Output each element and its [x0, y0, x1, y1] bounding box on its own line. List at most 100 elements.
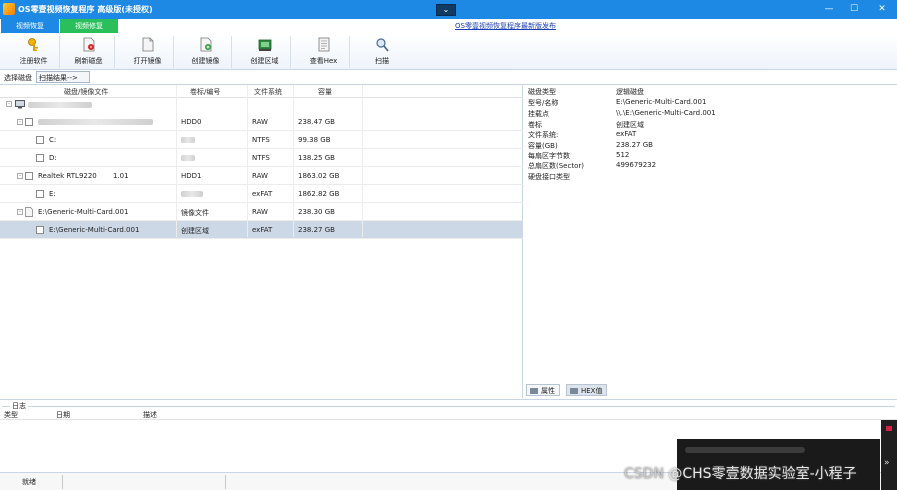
prop-row: 挂载点 \\.\E:\Generic-Multi-Card.001: [528, 109, 893, 119]
redacted-volume-label: [181, 155, 195, 161]
table-row[interactable]: - E:\Generic-Multi-Card.001 镜像文件 RAW 238…: [0, 203, 523, 221]
register-button[interactable]: 注册软件: [8, 36, 60, 68]
prop-row: 硬盘接口类型: [528, 172, 893, 182]
partition-fs: NTFS: [252, 136, 270, 144]
prop-value: exFAT: [616, 130, 637, 138]
properties-tab-strip: 属性 HEX值: [524, 383, 897, 397]
hex-document-icon: [318, 37, 329, 52]
table-row[interactable]: D: NTFS 138.25 GB: [0, 149, 523, 167]
open-image-label: 打开镜像: [133, 57, 162, 65]
status-separator: [62, 475, 63, 489]
prop-value: 499679232: [616, 161, 657, 169]
row-checkbox[interactable]: [36, 190, 44, 198]
redacted-disk-name: [38, 119, 153, 125]
open-image-button[interactable]: 打开镜像: [122, 36, 174, 68]
region-name: E:\Generic-Multi-Card.001: [49, 226, 140, 234]
log-table-header: 类型 日期 描述: [0, 409, 897, 420]
collapse-icon[interactable]: -: [17, 173, 23, 179]
partition-name: E:: [49, 190, 56, 198]
collapse-icon[interactable]: -: [6, 101, 12, 107]
collapse-icon[interactable]: -: [17, 119, 23, 125]
tab-video-repair[interactable]: 视频修复: [60, 19, 118, 33]
log-col-desc[interactable]: 描述: [143, 410, 157, 420]
title-bar: OS零壹视频恢复程序 高级版(未授权) ⌄ — ☐ ✕: [0, 0, 897, 19]
open-file-icon: [142, 37, 153, 52]
prop-key: 硬盘接口类型: [528, 173, 570, 181]
row-checkbox[interactable]: [25, 172, 33, 180]
tab-hex[interactable]: HEX值: [566, 384, 608, 396]
row-checkbox[interactable]: [36, 136, 44, 144]
col-disk-header[interactable]: 磁盘/镜像文件: [64, 87, 108, 97]
update-link[interactable]: OS零壹视频恢复程序最新版发布: [455, 21, 556, 31]
table-row[interactable]: C: NTFS 99.38 GB: [0, 131, 523, 149]
prop-key: 总扇区数(Sector): [528, 162, 584, 170]
row-checkbox[interactable]: [25, 118, 33, 126]
disk-size: 238.47 GB: [298, 118, 335, 126]
chevron-right-icon[interactable]: »: [884, 458, 890, 468]
tab-properties[interactable]: 属性: [526, 384, 560, 396]
collapse-icon[interactable]: -: [17, 209, 23, 215]
table-row-selected[interactable]: E:\Generic-Multi-Card.001 创建区域 exFAT 238…: [0, 221, 523, 239]
minimize-button[interactable]: —: [820, 2, 838, 16]
col-size-header[interactable]: 容量: [318, 87, 332, 97]
prop-key: 型号/名称: [528, 99, 559, 107]
col-fs-header[interactable]: 文件系统: [254, 87, 282, 97]
close-button[interactable]: ✕: [873, 2, 891, 16]
column-divider: [247, 85, 248, 237]
disk-firmware: 1.01: [113, 172, 129, 180]
tab-video-recovery[interactable]: 视频恢复: [1, 19, 59, 33]
drive-icon: [530, 388, 538, 394]
create-image-button[interactable]: 创建镜像: [180, 36, 232, 68]
image-type: 镜像文件: [181, 209, 209, 217]
register-label: 注册软件: [19, 57, 48, 65]
disk-list-panel: 磁盘/镜像文件 卷标/编号 文件系统 容量 - - HDD0 RAW 238.4…: [0, 85, 523, 398]
breadcrumb: 选择磁盘 扫描结果-->: [0, 70, 897, 85]
row-checkbox[interactable]: [36, 226, 44, 234]
prop-key: 磁盘类型: [528, 88, 556, 96]
prop-row: 磁盘类型 逻辑磁盘: [528, 87, 893, 97]
prop-value: 逻辑磁盘: [616, 88, 644, 96]
partition-size: 138.25 GB: [298, 154, 335, 162]
tree-root-row[interactable]: -: [0, 98, 523, 111]
col-id-header[interactable]: 卷标/编号: [190, 87, 220, 97]
disk-fs: RAW: [252, 172, 268, 180]
prop-key: 每扇区字节数: [528, 152, 570, 160]
table-row[interactable]: - HDD0 RAW 238.47 GB: [0, 113, 523, 131]
image-size: 238.30 GB: [298, 208, 335, 216]
create-region-button[interactable]: 创建区域: [239, 36, 291, 68]
image-fs: RAW: [252, 208, 268, 216]
partition-fs: NTFS: [252, 154, 270, 162]
prop-value: 512: [616, 151, 630, 159]
create-image-label: 创建镜像: [191, 57, 220, 65]
prop-key: 文件系统:: [528, 131, 559, 139]
scan-button[interactable]: 扫描: [356, 36, 408, 68]
row-checkbox[interactable]: [36, 154, 44, 162]
prop-value: E:\Generic-Multi-Card.001: [616, 98, 707, 106]
status-separator: [225, 475, 226, 489]
prop-row: 总扇区数(Sector) 499679232: [528, 161, 893, 171]
partition-name: C:: [49, 136, 57, 144]
crumb-select-disk[interactable]: 选择磁盘: [2, 72, 34, 84]
maximize-button[interactable]: ☐: [845, 2, 863, 16]
log-col-date[interactable]: 日期: [56, 410, 70, 420]
disk-id: HDD1: [181, 172, 202, 180]
create-image-icon: [200, 37, 211, 52]
column-divider: [176, 85, 177, 237]
prop-key: 挂载点: [528, 110, 549, 118]
prop-key: 卷标: [528, 121, 542, 129]
view-hex-button[interactable]: 查看Hex: [298, 36, 350, 68]
disk-table-header: 磁盘/镜像文件 卷标/编号 文件系统 容量: [0, 85, 523, 98]
mode-tab-strip: 视频恢复 视频修复 OS零壹视频恢复程序最新版发布: [0, 19, 897, 33]
tab-hex-label: HEX值: [581, 387, 603, 395]
redacted-volume-label: [181, 137, 195, 143]
refresh-disk-icon: [83, 37, 94, 52]
folder-icon[interactable]: [886, 426, 892, 431]
title-dropdown-button[interactable]: ⌄: [436, 4, 456, 16]
crumb-scan-result[interactable]: 扫描结果-->: [36, 71, 90, 83]
log-col-type[interactable]: 类型: [4, 410, 18, 420]
table-row[interactable]: E: exFAT 1862.82 GB: [0, 185, 523, 203]
table-row[interactable]: - Realtek RTL9220 1.01 HDD1 RAW 1863.02 …: [0, 167, 523, 185]
prop-value: 创建区域: [616, 121, 644, 129]
refresh-disk-button[interactable]: 刷新磁盘: [63, 36, 115, 68]
redacted-computer-name: [28, 102, 92, 108]
